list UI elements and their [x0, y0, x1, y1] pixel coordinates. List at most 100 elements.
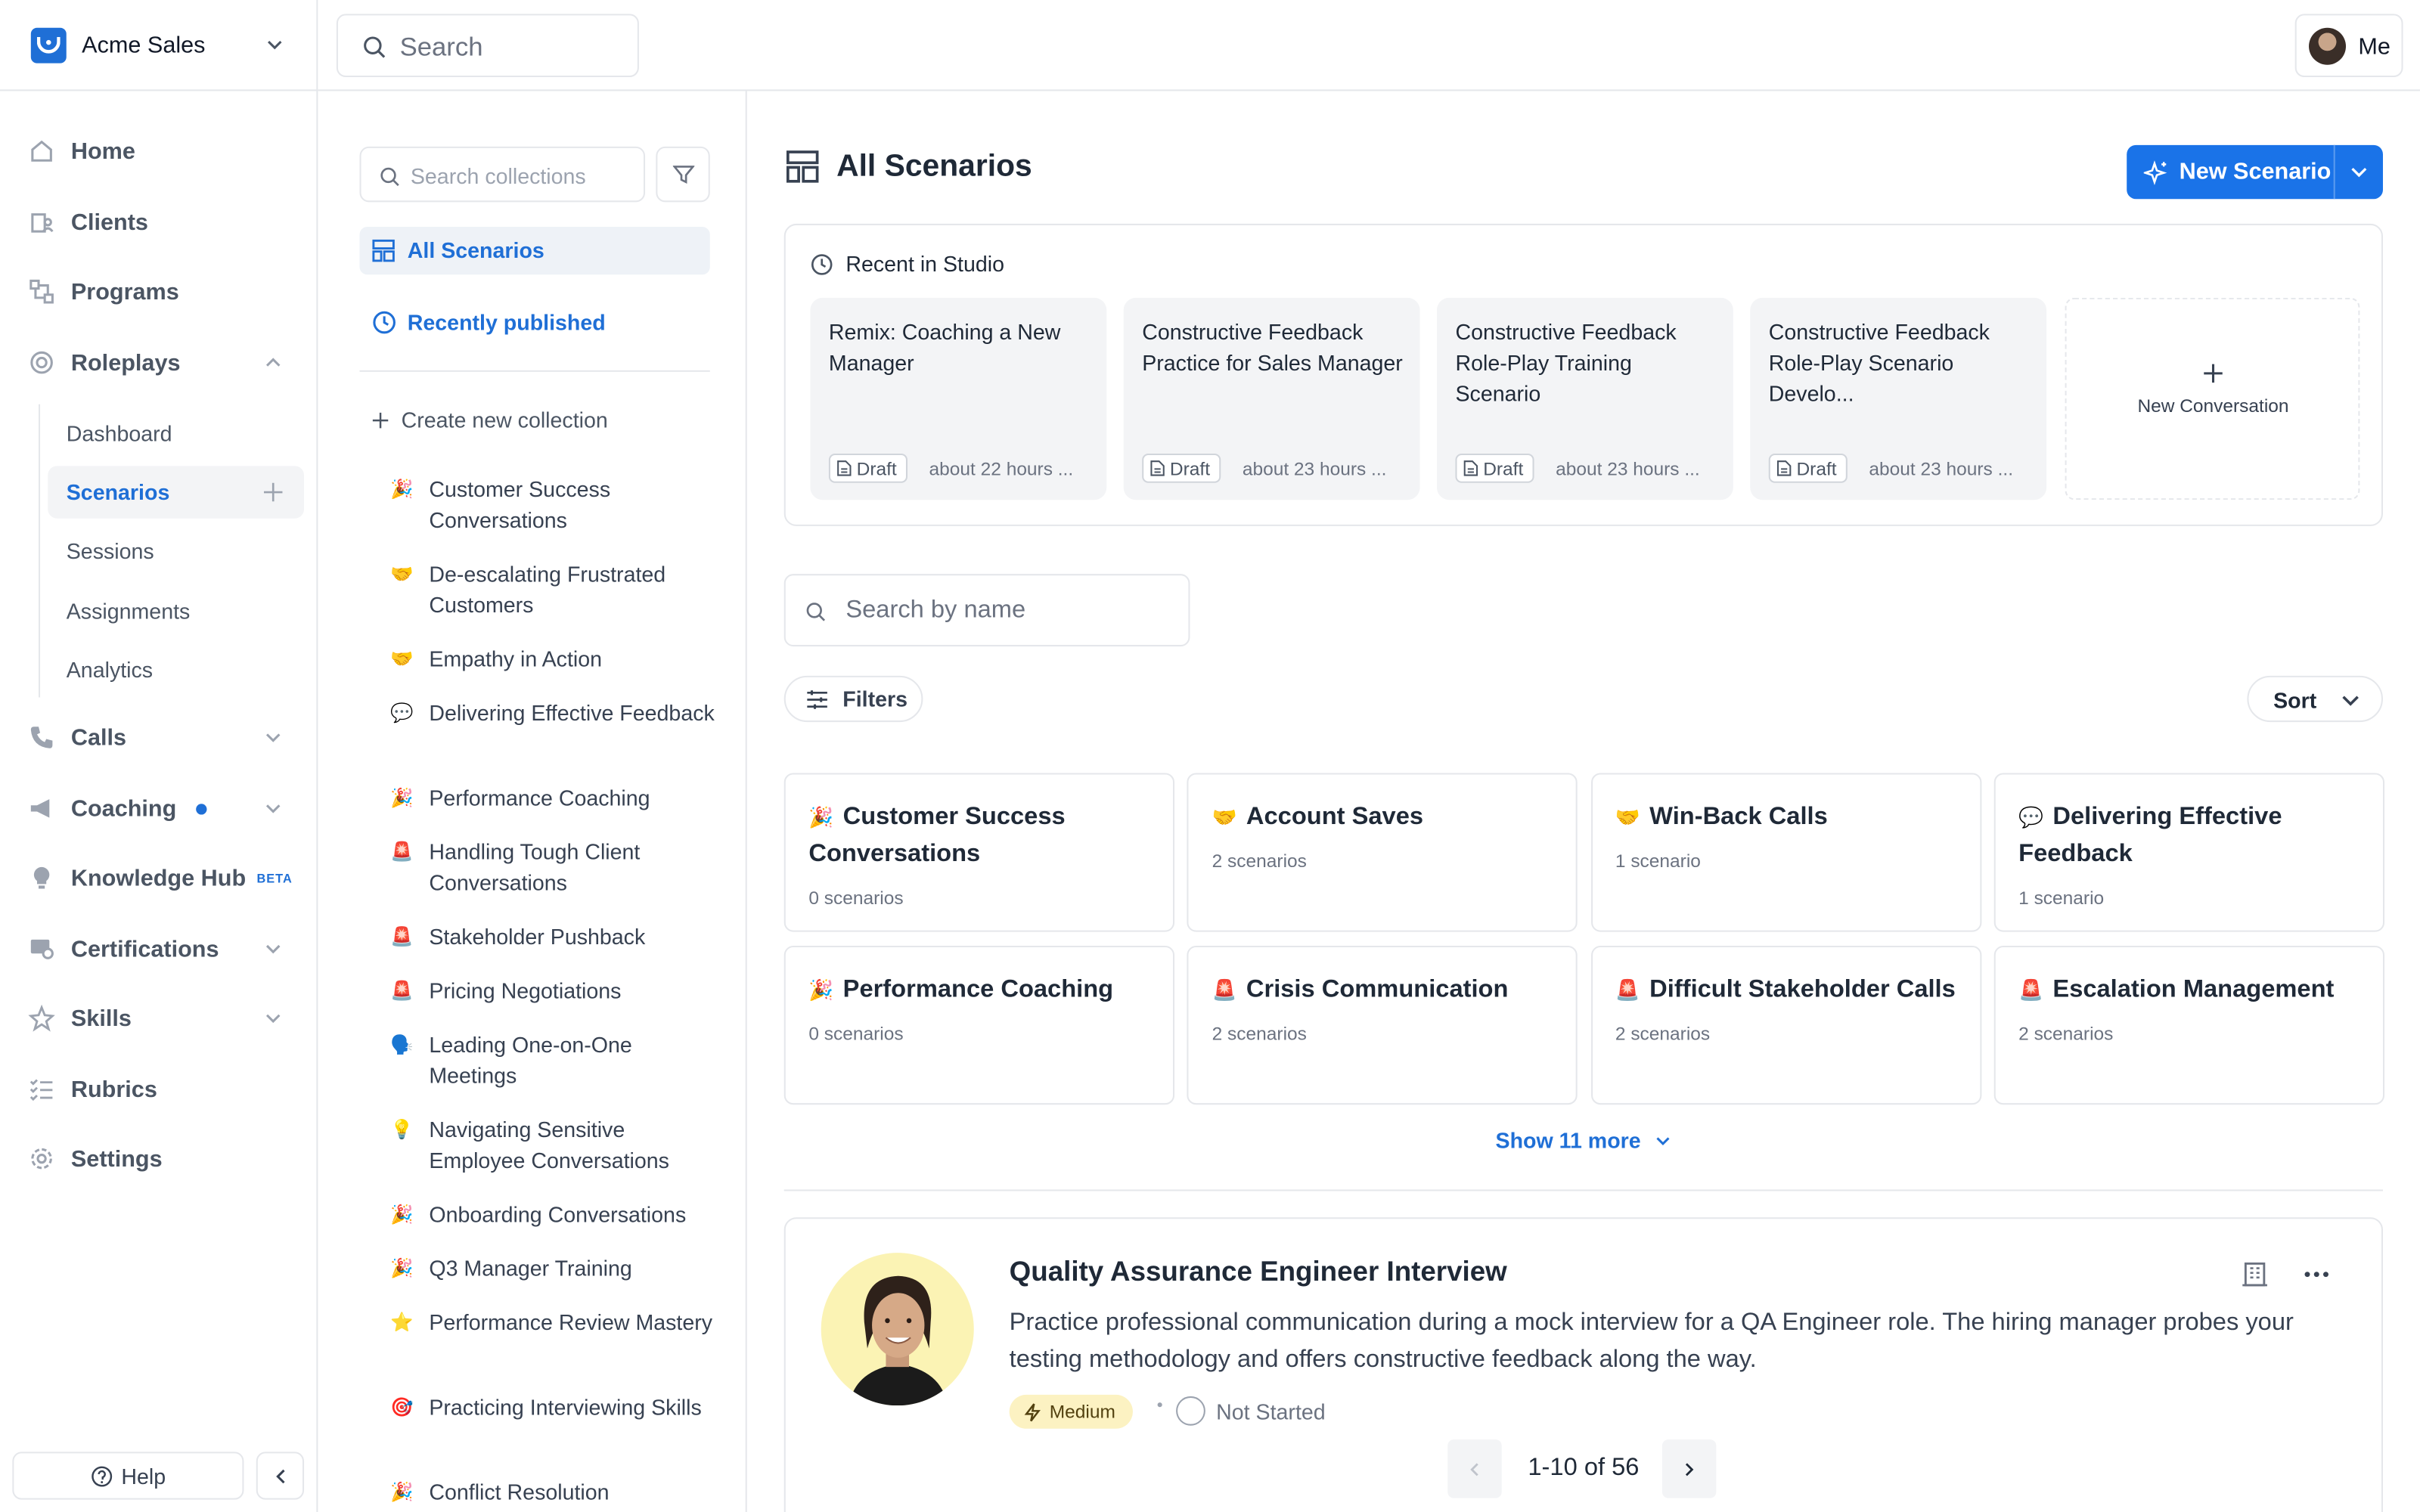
status-circle-icon: [1176, 1396, 1205, 1426]
collection-label: Q3 Manager Training: [429, 1256, 632, 1281]
nav-assignments[interactable]: Assignments: [67, 584, 191, 637]
nav-programs[interactable]: Programs: [28, 267, 290, 316]
draft-badge: Draft: [1142, 453, 1221, 483]
submenu-rail: [39, 404, 41, 698]
collection-label: Performance Coaching: [429, 785, 650, 810]
recent-card[interactable]: Remix: Coaching a New Manager Draft about …: [810, 297, 1107, 500]
recent-card-title: Remix: Coaching a New Manager: [828, 319, 1061, 375]
chevron-down-icon: [262, 727, 284, 748]
collection-emoji-icon: 🎉: [390, 1257, 414, 1279]
scenario-search-input[interactable]: Search by name: [845, 597, 1025, 625]
collection-card-label: Delivering Effective Feedback: [2018, 804, 2282, 867]
draft-badge: Draft: [1768, 453, 1848, 483]
pagination-label: 1-10 of 56: [1528, 1455, 1640, 1482]
nav-sessions[interactable]: Sessions: [67, 525, 154, 577]
next-page-button[interactable]: [1661, 1439, 1717, 1498]
recent-card[interactable]: Constructive Feedback Role-Play Scenario…: [1750, 297, 2047, 500]
collection-emoji-icon: 🤝: [1615, 805, 1640, 829]
nav-dashboard[interactable]: Dashboard: [67, 407, 172, 460]
recent-card-title: Constructive Feedback Role-Play Scenario…: [1768, 319, 1990, 406]
collection-emoji-icon: 🤝: [390, 562, 414, 585]
nav-rubrics[interactable]: Rubrics: [28, 1064, 290, 1114]
collection-item[interactable]: 🚨 Stakeholder Pushback: [390, 921, 722, 952]
collection-item[interactable]: 🚨 Handling Tough Client Conversations: [390, 836, 722, 898]
new-scenario-label: New Scenario: [2179, 159, 2332, 185]
new-scenario-button[interactable]: New Scenario: [2127, 144, 2383, 200]
more-options-icon[interactable]: [2303, 1260, 2331, 1288]
collection-card[interactable]: 🤝 Win-Back Calls 1 scenario: [1590, 773, 1981, 932]
collection-emoji-icon: 🎯: [390, 1396, 414, 1418]
collection-item[interactable]: ⭐ Performance Review Mastery: [390, 1307, 722, 1338]
filters-label: Filters: [842, 686, 908, 711]
nav-scenarios[interactable]: Scenarios: [48, 466, 305, 519]
nav-analytics[interactable]: Analytics: [67, 643, 153, 696]
collection-card-label: Difficult Stakeholder Calls: [1649, 976, 1956, 1003]
nav-roleplays[interactable]: Roleplays: [28, 338, 284, 387]
recent-card-title: Constructive Feedback Role-Play Training…: [1455, 319, 1677, 406]
recent-in-studio: Recent in Studio Remix: Coaching a New M…: [783, 223, 2383, 526]
sort-button[interactable]: Sort: [2247, 675, 2383, 723]
recent-card[interactable]: Constructive Feedback Role-Play Training…: [1436, 297, 1733, 500]
recent-card[interactable]: Constructive Feedback Practice for Sales…: [1123, 297, 1420, 500]
collection-card[interactable]: 🚨 Escalation Management 2 scenarios: [1993, 946, 2384, 1105]
collection-item[interactable]: 🎉 Q3 Manager Training: [390, 1253, 722, 1284]
collection-item[interactable]: 🎉 Onboarding Conversations: [390, 1199, 722, 1230]
collection-item[interactable]: 🤝 Empathy in Action: [390, 643, 722, 674]
collection-emoji-icon: 🤝: [1212, 805, 1237, 829]
help-button[interactable]: Help: [12, 1452, 244, 1500]
org-switcher[interactable]: Acme Sales: [0, 0, 318, 91]
collection-card[interactable]: 💬 Delivering Effective Feedback 1 scenario: [1993, 773, 2384, 932]
collection-card-label: Escalation Management: [2052, 976, 2335, 1003]
global-search[interactable]: Search: [336, 14, 639, 78]
collection-card-count: 2 scenarios: [1212, 850, 1307, 872]
chevron-down-icon[interactable]: [2349, 162, 2369, 182]
new-conversation-card[interactable]: New Conversation: [2065, 297, 2360, 500]
collection-card-title: 💬 Delivering Effective Feedback: [2018, 799, 2366, 873]
user-menu[interactable]: Me: [2294, 14, 2403, 78]
add-icon[interactable]: [262, 482, 284, 503]
nav-label: Knowledge Hub: [70, 864, 247, 891]
difficulty-label: Medium: [1049, 1401, 1115, 1423]
collection-item[interactable]: 🚨 Pricing Negotiations: [390, 975, 722, 1006]
collection-item[interactable]: 🗣️ Leading One-on-One Meetings: [390, 1029, 722, 1091]
nav-knowledge-hub[interactable]: Knowledge Hub BETA: [28, 854, 306, 903]
nav-certifications[interactable]: Certifications: [28, 924, 284, 973]
collection-item[interactable]: 💡 Navigating Sensitive Employee Conversat…: [390, 1114, 722, 1176]
collection-label: Practicing Interviewing Skills: [429, 1394, 702, 1420]
collection-card[interactable]: 🎉 Performance Coaching 0 scenarios: [783, 946, 1175, 1105]
collection-item[interactable]: 🎯 Practicing Interviewing Skills: [390, 1392, 722, 1423]
collection-emoji-icon: 🚨: [390, 979, 414, 1002]
filters-button[interactable]: Filters: [783, 675, 923, 723]
collection-emoji-icon: 🚨: [1212, 978, 1237, 1002]
chevron-down-icon: [1655, 1132, 1671, 1148]
search-input[interactable]: Search: [400, 33, 483, 64]
nav-settings[interactable]: Settings: [28, 1134, 290, 1183]
plus-icon: [2202, 363, 2224, 385]
show-more-label: Show 11 more: [1495, 1127, 1641, 1153]
collection-card[interactable]: 🚨 Difficult Stakeholder Calls 2 scenarios: [1590, 946, 1981, 1105]
collection-item[interactable]: 🎉 Conflict Resolution: [390, 1476, 722, 1507]
collection-item[interactable]: 🎉 Performance Coaching: [390, 782, 722, 813]
collection-card-title: 🤝 Win-Back Calls: [1615, 799, 1962, 836]
collection-card[interactable]: 🚨 Crisis Communication 2 scenarios: [1187, 946, 1578, 1105]
prev-page-button[interactable]: [1447, 1439, 1502, 1498]
collection-card[interactable]: 🤝 Account Saves 2 scenarios: [1187, 773, 1578, 932]
nav-calls[interactable]: Calls: [28, 713, 284, 762]
collection-card-label: Performance Coaching: [842, 976, 1114, 1003]
nav-home[interactable]: Home: [28, 126, 290, 175]
show-more-button[interactable]: Show 11 more: [1495, 1127, 1672, 1153]
split-divider: [2333, 144, 2335, 200]
collection-item[interactable]: 💬 Delivering Effective Feedback: [390, 697, 722, 728]
collection-card-count: 2 scenarios: [2018, 1023, 2114, 1045]
nav-skills[interactable]: Skills: [28, 993, 284, 1043]
collection-item[interactable]: 🎉 Customer Success Conversations: [390, 474, 722, 536]
collapse-sidebar-button[interactable]: [256, 1452, 305, 1500]
collection-item[interactable]: 🤝 De-escalating Frustrated Customers: [390, 559, 722, 621]
collection-card[interactable]: 🎉 Customer Success Conversations 0 scenari…: [783, 773, 1175, 932]
scenario-search[interactable]: Search by name: [783, 574, 1190, 647]
nav-coaching[interactable]: Coaching: [28, 784, 284, 833]
sort-label: Sort: [2273, 688, 2317, 713]
nav-clients[interactable]: Clients: [28, 197, 290, 246]
collection-card-count: 2 scenarios: [1212, 1023, 1307, 1045]
building-icon[interactable]: [2241, 1260, 2269, 1288]
